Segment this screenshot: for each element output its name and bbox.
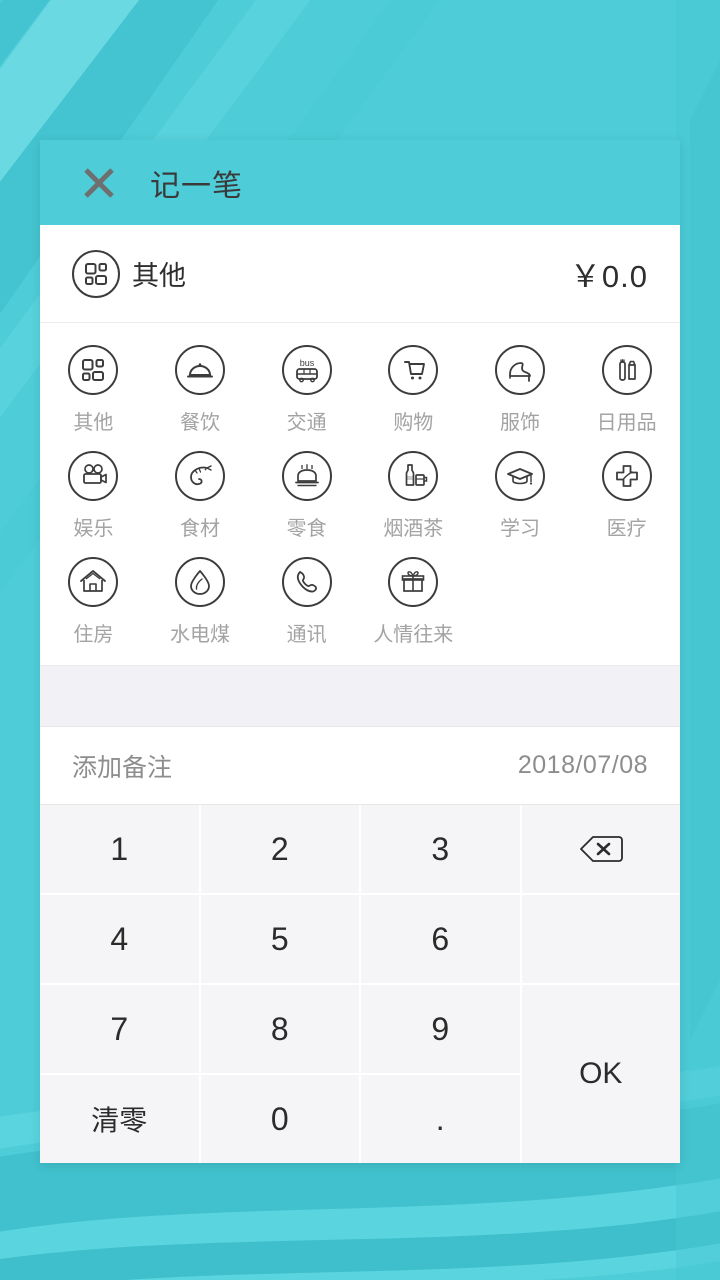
category-item-medical[interactable]: 医疗 — [573, 443, 680, 541]
high-heel-shoe-icon — [494, 345, 545, 395]
category-item-other[interactable]: 其他 — [40, 337, 147, 435]
toothbrush-tube-icon — [601, 345, 652, 395]
svg-text:bus: bus — [299, 358, 314, 368]
food-dome-icon — [174, 345, 225, 395]
close-button[interactable] — [68, 152, 130, 214]
category-item-social-gifts[interactable]: 人情往来 — [360, 549, 467, 647]
card-header: 记一笔 — [40, 140, 680, 225]
selected-category-row[interactable]: 其他 ￥0.0 — [40, 225, 680, 323]
category-item-clothing[interactable]: 服饰 — [467, 337, 574, 435]
shopping-cart-icon — [388, 345, 439, 395]
category-item-ingredients[interactable]: 食材 — [147, 443, 254, 541]
key-5[interactable]: 5 — [200, 895, 359, 983]
category-label: 学习 — [499, 518, 540, 540]
category-label: 餐饮 — [179, 412, 220, 434]
amount-display: ￥0.0 — [569, 259, 648, 294]
key-3[interactable]: 3 — [361, 805, 520, 893]
date-selector[interactable]: 2018/07/08 — [518, 751, 648, 780]
category-section: 其他 餐饮 bus 交通 购物 服饰 日用品 娱乐 食材 零食 烟酒茶 学习 医… — [40, 323, 680, 665]
numeric-keypad: 1 2 3 4 5 6 7 8 9 OK 清零 0 . — [40, 805, 680, 1163]
category-item-education[interactable]: 学习 — [467, 443, 574, 541]
cake-icon — [281, 451, 332, 501]
note-input[interactable]: 添加备注 — [72, 748, 172, 784]
category-item-utilities[interactable]: 水电煤 — [147, 549, 254, 647]
category-item-snacks[interactable]: 零食 — [253, 443, 360, 541]
category-label: 其他 — [73, 412, 114, 434]
category-item-entertainment[interactable]: 娱乐 — [40, 443, 147, 541]
page-title: 记一笔 — [150, 169, 243, 203]
close-icon — [84, 167, 114, 198]
key-8[interactable]: 8 — [200, 985, 359, 1073]
category-label: 水电煤 — [169, 624, 230, 646]
category-label: 服饰 — [499, 412, 540, 434]
category-label: 交通 — [286, 412, 327, 434]
category-item-dining[interactable]: 餐饮 — [147, 337, 254, 435]
key-6[interactable]: 6 — [361, 895, 520, 983]
category-item-housing[interactable]: 住房 — [40, 549, 147, 647]
water-drop-icon — [174, 557, 225, 607]
category-label: 烟酒茶 — [383, 518, 444, 540]
clear-button[interactable]: 清零 — [40, 1075, 199, 1163]
ok-button[interactable]: OK — [521, 985, 680, 1163]
grid-icon — [72, 249, 120, 298]
film-camera-icon — [68, 451, 119, 501]
category-label: 娱乐 — [73, 518, 114, 540]
phone-icon — [281, 557, 332, 607]
backspace-button[interactable] — [521, 805, 680, 893]
bus-icon: bus — [281, 345, 332, 395]
category-label: 购物 — [393, 412, 434, 434]
category-grid: 其他 餐饮 bus 交通 购物 服饰 日用品 娱乐 食材 零食 烟酒茶 学习 医… — [40, 337, 680, 647]
record-expense-card: 记一笔 其他 ￥0.0 其他 餐饮 bus 交通 购物 服饰 日用品 娱乐 食材… — [40, 140, 680, 1163]
selected-category-label: 其他 — [132, 261, 186, 291]
key-decimal[interactable]: . — [361, 1075, 520, 1163]
category-label: 通讯 — [286, 624, 327, 646]
graduation-cap-icon — [494, 451, 545, 501]
note-date-row: 添加备注 2018/07/08 — [40, 727, 680, 805]
key-4[interactable]: 4 — [40, 895, 199, 983]
shrimp-icon — [174, 451, 225, 501]
category-label: 食材 — [179, 518, 220, 540]
category-item-communication[interactable]: 通讯 — [253, 549, 360, 647]
key-2[interactable]: 2 — [200, 805, 359, 893]
section-divider — [40, 665, 680, 727]
key-7[interactable]: 7 — [40, 985, 199, 1073]
category-item-shopping[interactable]: 购物 — [360, 337, 467, 435]
house-icon — [68, 557, 119, 607]
category-item-transport[interactable]: bus 交通 — [253, 337, 360, 435]
category-label: 零食 — [286, 518, 327, 540]
backspace-icon — [579, 836, 623, 862]
category-item-daily-goods[interactable]: 日用品 — [573, 337, 680, 435]
medical-cross-icon — [601, 451, 652, 501]
gift-icon — [388, 557, 439, 607]
key-9[interactable]: 9 — [361, 985, 520, 1073]
keypad-blank-cell — [521, 895, 680, 983]
category-label: 医疗 — [606, 518, 647, 540]
category-label: 人情往来 — [373, 624, 454, 646]
key-0[interactable]: 0 — [200, 1075, 359, 1163]
category-label: 日用品 — [596, 412, 657, 434]
category-item-tobacco-alcohol-tea[interactable]: 烟酒茶 — [360, 443, 467, 541]
grid-icon — [68, 345, 119, 395]
key-1[interactable]: 1 — [40, 805, 199, 893]
category-label: 住房 — [73, 624, 114, 646]
bottle-cup-icon — [388, 451, 439, 501]
